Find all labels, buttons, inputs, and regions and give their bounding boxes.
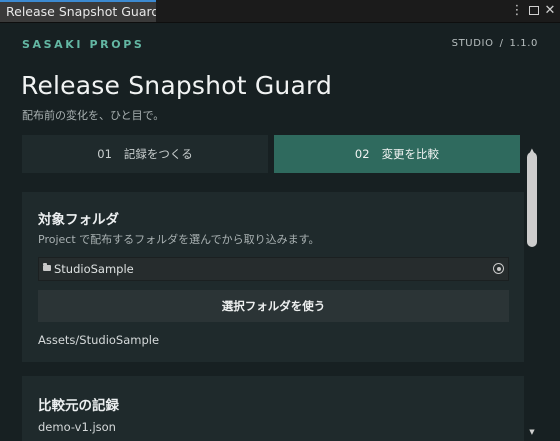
section-title: 対象フォルダ <box>38 212 119 228</box>
studio-version: STUDIO / 1.1.0 <box>452 38 538 49</box>
studio-label: STUDIO <box>451 38 494 49</box>
section-title: 比較元の記録 <box>38 398 119 414</box>
folder-path: Assets/StudioSample <box>38 333 160 347</box>
tab-label: 変更を比較 <box>381 147 440 161</box>
version-label: 1.1.0 <box>509 38 538 49</box>
window-content: SASAKI PROPS STUDIO / 1.1.0 Release Snapsh… <box>0 23 560 441</box>
tab-number: 01 <box>97 147 112 161</box>
folder-field-value: StudioSample <box>54 262 134 276</box>
object-picker-icon[interactable] <box>493 263 504 274</box>
mode-tabs: 01 記録をつくる 02 変更を比較 <box>22 135 520 173</box>
folder-icon <box>43 263 51 271</box>
target-folder-field[interactable]: StudioSample <box>38 257 509 281</box>
version-separator: / <box>499 38 504 49</box>
scroll-down-icon[interactable]: ▼ <box>525 428 539 436</box>
page-subtitle: 配布前の変化を、ひと目で。 <box>22 109 165 122</box>
snapshot-file-name: demo-v1.json <box>38 420 116 434</box>
window-tab[interactable]: Release Snapshot Guard <box>0 0 156 22</box>
target-folder-section: 対象フォルダ Project で配布するフォルダを選んでから取り込みます。 St… <box>22 192 524 362</box>
tab-compare-changes[interactable]: 02 変更を比較 <box>274 135 520 173</box>
section-description: Project で配布するフォルダを選んでから取り込みます。 <box>38 233 320 246</box>
maximize-icon[interactable] <box>527 2 541 20</box>
window-titlebar: Release Snapshot Guard ⋮ ✕ <box>0 0 560 23</box>
source-snapshot-section: 比較元の記録 demo-v1.json <box>22 376 524 441</box>
tab-label: 記録をつくる <box>123 147 193 161</box>
page-title: Release Snapshot Guard <box>21 71 333 100</box>
brand-label: SASAKI PROPS <box>22 38 145 51</box>
close-icon[interactable]: ✕ <box>543 2 557 20</box>
use-selected-folder-button[interactable]: 選択フォルダを使う <box>38 290 509 322</box>
kebab-menu-icon[interactable]: ⋮ <box>510 2 524 20</box>
scroll-thumb[interactable] <box>527 152 537 247</box>
tab-number: 02 <box>354 147 370 161</box>
vertical-scrollbar[interactable]: ▲ ▼ <box>525 147 539 441</box>
tab-create-snapshot[interactable]: 01 記録をつくる <box>22 135 268 173</box>
